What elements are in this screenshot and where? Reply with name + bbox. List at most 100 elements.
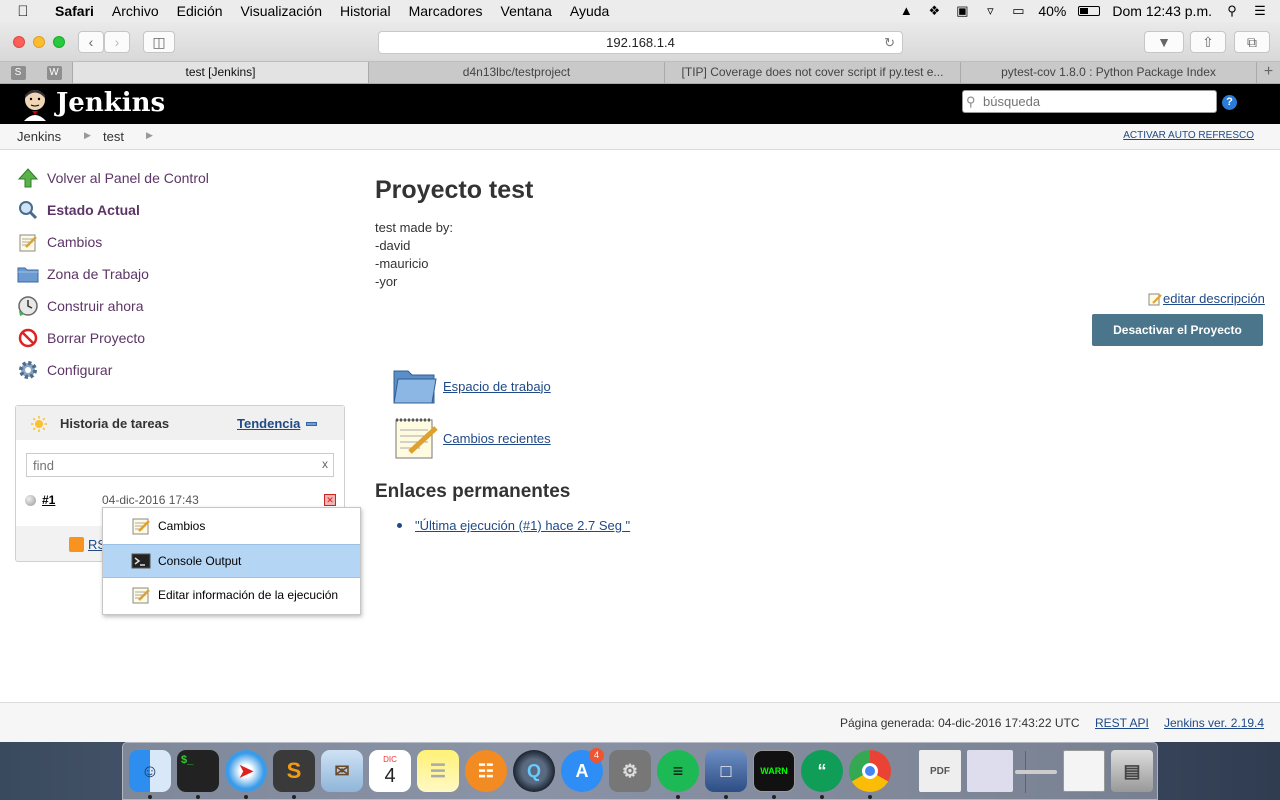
trend-icon[interactable] (306, 422, 317, 426)
fullscreen-window-button[interactable] (53, 36, 65, 48)
sidebar-item-status[interactable]: Estado Actual (17, 198, 140, 222)
breadcrumb-arrow-icon[interactable]: ▶ (84, 130, 91, 141)
workspace-link[interactable]: Espacio de trabajo (391, 364, 551, 408)
tab-pytest-cov[interactable]: pytest-cov 1.8.0 : Python Package Index (960, 62, 1256, 83)
forward-button[interactable]: › (104, 31, 130, 53)
wifi-icon[interactable]: ▿ (982, 4, 998, 18)
sidebar-item-back-dashboard[interactable]: Volver al Panel de Control (17, 166, 209, 190)
menu-archivo[interactable]: Archivo (103, 3, 168, 19)
battery-icon[interactable] (1078, 6, 1101, 16)
up-arrow-icon (17, 167, 39, 189)
menu-app-safari[interactable]: Safari (46, 3, 103, 19)
close-window-button[interactable] (13, 36, 25, 48)
menu-ventana[interactable]: Ventana (492, 3, 561, 19)
trend-link[interactable]: Tendencia (237, 416, 300, 431)
address-bar[interactable]: 192.168.1.4 ↻ (378, 31, 903, 54)
sublime-text-icon[interactable]: S (273, 750, 315, 792)
back-button[interactable]: ‹ (78, 31, 104, 53)
apple-icon[interactable]:  (0, 3, 46, 20)
running-indicator (772, 795, 776, 799)
clear-find-icon[interactable]: x (322, 457, 328, 471)
minimize-window-button[interactable] (33, 36, 45, 48)
auto-refresh-link[interactable]: ACTIVAR AUTO REFRESCO (1123, 130, 1254, 141)
book-icon[interactable]: ▣ (954, 4, 970, 18)
share-icon[interactable]: ⇧ (1190, 31, 1226, 53)
tab-coverage-tip[interactable]: [TIP] Coverage does not cover script if … (664, 62, 960, 83)
rest-api-link[interactable]: REST API (1095, 716, 1149, 730)
menu-historial[interactable]: Historial (331, 3, 400, 19)
find-input[interactable] (33, 454, 313, 476)
build-history-title: Historia de tareas (60, 416, 170, 431)
calendar-day: 4 (384, 765, 396, 787)
disable-project-button[interactable]: Desactivar el Proyecto (1092, 314, 1263, 346)
downloads-icon[interactable]: ▼ (1144, 31, 1184, 53)
ctx-item-changes[interactable]: Cambios (103, 509, 360, 543)
minimized-window-icon[interactable] (967, 750, 1013, 792)
sidebar-item-workspace[interactable]: Zona de Trabajo (17, 262, 149, 286)
sidebar-item-changes[interactable]: Cambios (17, 230, 102, 254)
dropbox-icon[interactable]: ❖ (926, 4, 942, 18)
finder-icon[interactable]: ☺ (129, 750, 171, 792)
sidebar-item-build-now[interactable]: Construir ahora (17, 294, 144, 318)
tabs-overview-icon[interactable]: ⧉ (1234, 31, 1270, 53)
quicktime-icon[interactable]: Q (513, 750, 555, 792)
trash-icon[interactable]: ▤ (1111, 750, 1153, 792)
delete-build-icon[interactable]: ✕ (324, 494, 336, 506)
hangouts-icon[interactable]: “ (801, 750, 843, 792)
safari-icon[interactable]: ➤ (225, 750, 267, 792)
permalink-last-build[interactable]: "Última ejecución (#1) hace 2.7 Seg " (415, 518, 630, 533)
menu-visualizacion[interactable]: Visualización (232, 3, 331, 19)
jenkins-title[interactable]: Jenkins (56, 88, 165, 118)
menu-marcadores[interactable]: Marcadores (400, 3, 492, 19)
spotify-icon[interactable]: ≡ (657, 750, 699, 792)
mail-icon[interactable]: ✉ (321, 750, 363, 792)
recent-changes-link[interactable]: Cambios recientes (391, 416, 551, 460)
system-preferences-icon[interactable]: ⚙ (609, 750, 651, 792)
build-date[interactable]: 04-dic-2016 17:43 (102, 493, 199, 507)
url-text: 192.168.1.4 (606, 35, 675, 50)
google-drive-icon[interactable]: ▲ (898, 4, 914, 18)
ctx-item-edit-build-info[interactable]: Editar información de la ejecución (103, 578, 360, 612)
pdf-document-icon[interactable]: PDF (919, 750, 961, 792)
terminal-icon[interactable]: $_ (177, 750, 219, 792)
jenkins-version-link[interactable]: Jenkins ver. 2.19.4 (1164, 716, 1264, 730)
minimized-window-icon[interactable] (1015, 770, 1057, 774)
spotlight-search-icon[interactable]: ⚲ (1224, 4, 1240, 18)
sidebar-item-delete-project[interactable]: Borrar Proyecto (17, 326, 145, 350)
pinned-tab-s[interactable]: S (0, 62, 36, 83)
notification-center-icon[interactable]: ☰ (1252, 4, 1268, 18)
page-title: Proyecto test (375, 176, 534, 204)
sidebar-toggle-icon[interactable]: ◫ (143, 31, 175, 53)
ibooks-icon[interactable]: ☷ (465, 750, 507, 792)
tab-jenkins-test[interactable]: test [Jenkins] (72, 62, 368, 83)
breadcrumb-jenkins[interactable]: Jenkins (17, 129, 61, 144)
menu-ayuda[interactable]: Ayuda (561, 3, 618, 19)
breadcrumb-arrow-icon[interactable]: ▶ (146, 130, 153, 141)
menu-edicion[interactable]: Edición (168, 3, 232, 19)
virtualbox-icon[interactable]: □ (705, 750, 747, 792)
sidebar-item-label: Zona de Trabajo (47, 266, 149, 282)
sidebar-item-label: Cambios (47, 234, 103, 250)
sidebar-item-configure[interactable]: Configurar (17, 358, 112, 382)
jenkins-logo-icon[interactable] (18, 87, 52, 121)
rss-icon[interactable] (69, 537, 84, 552)
running-indicator (292, 795, 296, 799)
console-icon[interactable]: WARN (753, 750, 795, 792)
reload-icon[interactable]: ↻ (884, 32, 895, 53)
minimized-window-icon[interactable] (1063, 750, 1105, 792)
pinned-tab-w[interactable]: W (36, 62, 72, 83)
search-input[interactable] (983, 91, 1203, 111)
build-number-link[interactable]: #1 (42, 493, 55, 507)
edit-description-link[interactable]: editar descripción (1148, 291, 1265, 306)
battery-percent[interactable]: 40% (1038, 3, 1066, 19)
ctx-item-console-output[interactable]: Console Output (103, 544, 360, 578)
calendar-icon[interactable]: DIC 4 (369, 750, 411, 792)
tab-testproject[interactable]: d4n13lbc/testproject (368, 62, 664, 83)
notes-icon[interactable]: ☰ (417, 750, 459, 792)
clock[interactable]: Dom 12:43 p.m. (1112, 3, 1212, 19)
breadcrumb-test[interactable]: test (103, 129, 124, 144)
new-tab-button[interactable]: + (1256, 62, 1280, 83)
airplay-icon[interactable]: ▭ (1010, 4, 1026, 18)
help-icon[interactable]: ? (1222, 95, 1237, 110)
chrome-icon[interactable] (849, 750, 891, 792)
